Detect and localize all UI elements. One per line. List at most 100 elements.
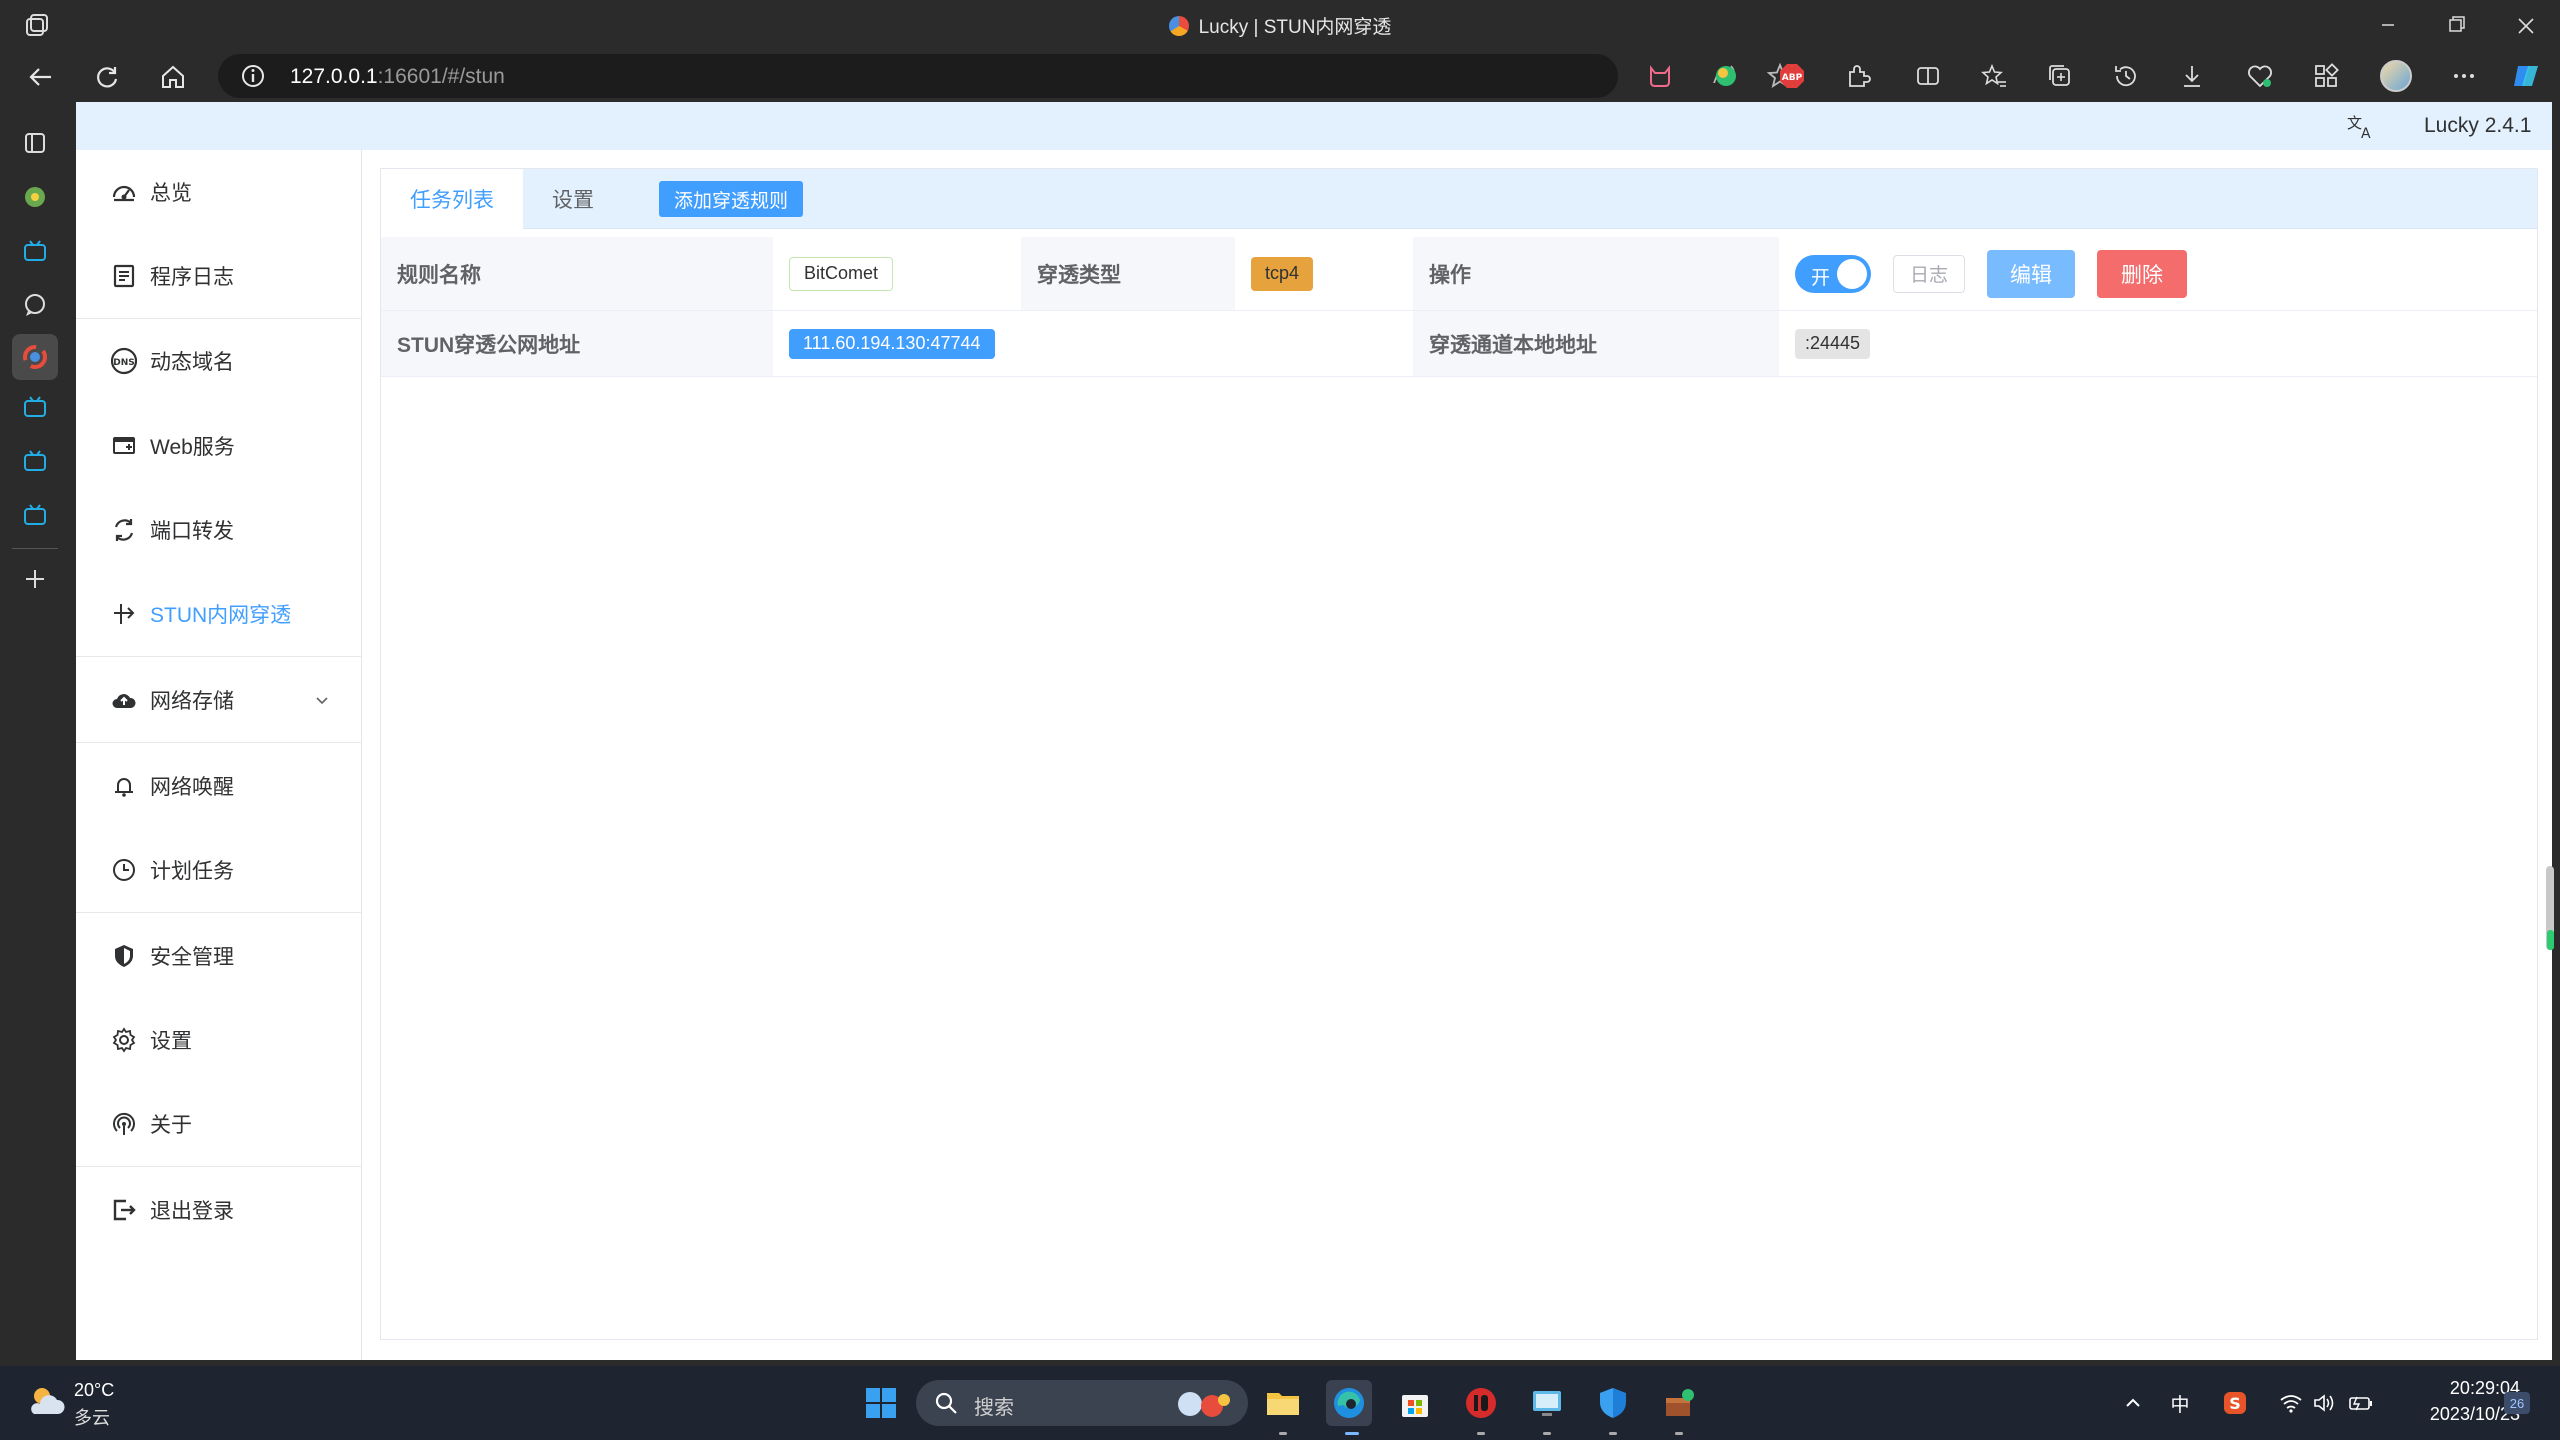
- running-indicator: [1543, 1432, 1551, 1435]
- edge-browser-icon[interactable]: [1326, 1380, 1372, 1426]
- sogou-ime-icon[interactable]: S: [2218, 1386, 2252, 1420]
- menu-item-overview[interactable]: 总览: [76, 150, 361, 234]
- public-addr-tag[interactable]: 111.60.194.130:47744: [789, 328, 995, 359]
- menu-item-storage[interactable]: 网络存储: [76, 658, 361, 742]
- wifi-icon[interactable]: [2276, 1386, 2306, 1420]
- history-icon[interactable]: [2110, 60, 2142, 92]
- chevron-down-icon[interactable]: [312, 690, 332, 710]
- url-text[interactable]: 127.0.0.1:16601/#/stun: [290, 65, 505, 89]
- menu-item-stun[interactable]: STUN内网穿透: [76, 572, 361, 656]
- log-icon: [110, 262, 138, 290]
- color-extension-icon[interactable]: [1710, 60, 1742, 92]
- defender-shield-icon[interactable]: [1590, 1380, 1636, 1426]
- media-app-icon[interactable]: [1458, 1380, 1504, 1426]
- edit-button[interactable]: 编辑: [1987, 249, 2075, 298]
- back-icon[interactable]: [24, 60, 58, 94]
- close-window-button[interactable]: [2508, 8, 2544, 42]
- restore-button[interactable]: [2438, 8, 2474, 42]
- taskbar-search[interactable]: 搜索: [916, 1380, 1248, 1426]
- log-button[interactable]: 日志: [1893, 254, 1965, 293]
- public-addr-label: STUN穿透公网地址: [381, 311, 773, 376]
- clock-date[interactable]: 2023/10/23: [2390, 1404, 2520, 1425]
- menu-label: 退出登录: [150, 1200, 234, 1223]
- menu-label: 设置: [150, 1030, 192, 1053]
- collections-icon[interactable]: [2044, 60, 2076, 92]
- menu-label: 动态域名: [150, 351, 234, 374]
- bell-icon: [110, 772, 138, 800]
- ms-store-icon[interactable]: [1392, 1380, 1438, 1426]
- extensions-icon[interactable]: [1842, 60, 1874, 92]
- tab-task-list[interactable]: 任务列表: [381, 169, 523, 229]
- rule-ops-label: 操作: [1413, 237, 1779, 310]
- add-rule-button[interactable]: 添加穿透规则: [659, 181, 803, 217]
- windows-taskbar: 20°C 多云 搜索 中 S 20:29:04 2023/10/23 26: [0, 1366, 2560, 1440]
- minimize-button[interactable]: [2370, 8, 2406, 42]
- menu-label: 端口转发: [150, 520, 234, 543]
- menu-item-logs[interactable]: 程序日志: [76, 234, 361, 318]
- tab-favicon-bilibili-icon[interactable]: [18, 234, 52, 268]
- svg-text:DNS: DNS: [113, 358, 135, 368]
- tab-favicon-green-icon[interactable]: [18, 180, 52, 214]
- ime-indicator[interactable]: 中: [2164, 1386, 2196, 1420]
- menu-item-web[interactable]: Web服务: [76, 404, 361, 488]
- cat-extension-icon[interactable]: [1644, 60, 1676, 92]
- rule-enable-switch[interactable]: 开: [1795, 254, 1871, 293]
- menu-item-security[interactable]: 安全管理: [76, 914, 361, 998]
- menu-item-wol[interactable]: 网络唤醒: [76, 744, 361, 828]
- rule-row-basic: 规则名称 BitComet 穿透类型 tcp4 操作 开 日志 编辑 删除: [381, 237, 2537, 311]
- split-screen-icon[interactable]: [1912, 60, 1944, 92]
- delete-button[interactable]: 删除: [2097, 249, 2187, 298]
- weather-temperature[interactable]: 20°C: [74, 1380, 114, 1401]
- tab-settings[interactable]: 设置: [523, 169, 623, 229]
- site-info-icon[interactable]: [240, 63, 266, 89]
- menu-item-logout[interactable]: 退出登录: [76, 1168, 361, 1252]
- local-addr-label: 穿透通道本地地址: [1413, 311, 1779, 376]
- menu-item-about[interactable]: 关于: [76, 1082, 361, 1166]
- menu-item-ddns[interactable]: DNS 动态域名: [76, 319, 361, 403]
- menu-item-settings[interactable]: 设置: [76, 998, 361, 1082]
- remote-desktop-icon[interactable]: [1524, 1380, 1570, 1426]
- menu-label: 总览: [150, 182, 192, 205]
- tab-favicon-bilibili-icon-2[interactable]: [18, 390, 52, 424]
- downloads-icon[interactable]: [2176, 60, 2208, 92]
- running-indicator: [1279, 1432, 1287, 1435]
- rule-type-label: 穿透类型: [1021, 237, 1235, 310]
- favorites-icon[interactable]: [1978, 60, 2010, 92]
- apps-icon[interactable]: [2310, 60, 2342, 92]
- file-explorer-icon[interactable]: [1260, 1380, 1306, 1426]
- tab-favicon-bilibili-icon-3[interactable]: [18, 444, 52, 478]
- adblock-icon[interactable]: ABP: [1776, 60, 1808, 92]
- notification-badge[interactable]: 26: [2504, 1392, 2530, 1414]
- rule-name-cell: BitComet: [773, 237, 1021, 310]
- menu-label: 关于: [150, 1114, 192, 1137]
- profile-avatar[interactable]: [2380, 60, 2412, 92]
- more-options-icon[interactable]: [2448, 60, 2480, 92]
- battery-icon[interactable]: [2346, 1386, 2376, 1420]
- rule-type-tag: tcp4: [1251, 256, 1314, 291]
- tray-overflow-chevron-icon[interactable]: [2118, 1386, 2148, 1420]
- start-windows-icon[interactable]: [858, 1380, 904, 1426]
- tab-favicon-lucky-icon[interactable]: [12, 334, 58, 380]
- dns-icon: DNS: [110, 347, 138, 375]
- home-icon[interactable]: [156, 60, 190, 94]
- clock-time[interactable]: 20:29:04: [2402, 1378, 2520, 1399]
- side-menu: 总览 程序日志 DNS 动态域名 Web服务 端口转发 STUN内网穿透 网络存…: [76, 150, 362, 1360]
- copilot-icon[interactable]: [2510, 60, 2542, 92]
- tab-panel-icon[interactable]: [18, 126, 52, 160]
- new-tab-plus-icon[interactable]: [18, 562, 52, 596]
- translate-icon[interactable]: 文A: [2346, 112, 2378, 142]
- package-app-icon[interactable]: [1656, 1380, 1702, 1426]
- address-bar[interactable]: 127.0.0.1:16601/#/stun A: [218, 54, 1794, 98]
- menu-item-port-forward[interactable]: 端口转发: [76, 488, 361, 572]
- menu-separator: [76, 656, 361, 657]
- tab-favicon-chat-icon[interactable]: [18, 288, 52, 322]
- volume-icon[interactable]: [2310, 1386, 2340, 1420]
- tab-favicon-bilibili-icon-4[interactable]: [18, 498, 52, 532]
- weather-cloudy-icon[interactable]: [24, 1380, 68, 1424]
- refresh-icon[interactable]: [90, 60, 124, 94]
- weather-description[interactable]: 多云: [74, 1404, 110, 1430]
- menu-item-schedule[interactable]: 计划任务: [76, 828, 361, 912]
- rule-name-tag: BitComet: [789, 256, 894, 291]
- performance-icon[interactable]: [2244, 60, 2276, 92]
- menu-separator: [76, 1166, 361, 1167]
